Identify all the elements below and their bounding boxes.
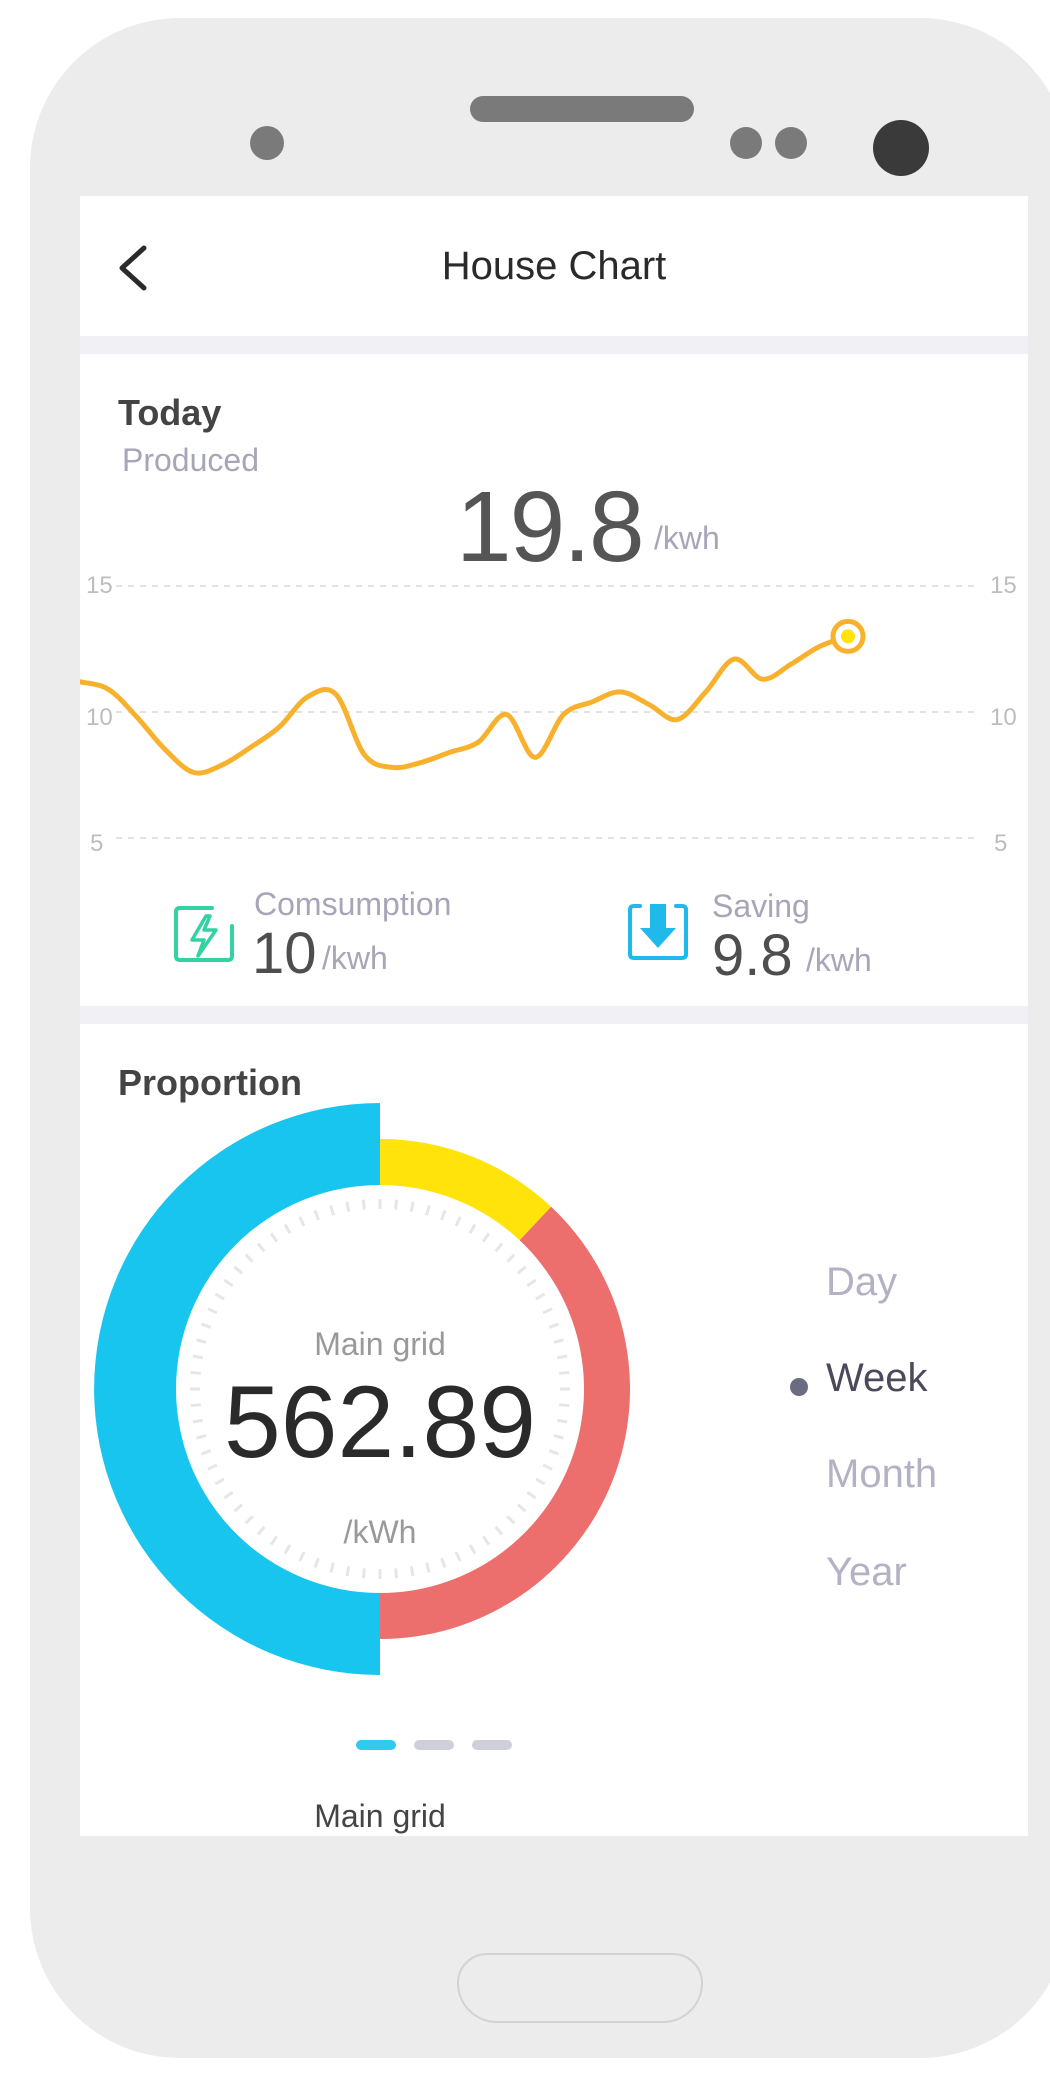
dial-tick bbox=[345, 1566, 351, 1577]
proportion-card: Proportion Main grid 562.89 /kWh Day Wee… bbox=[80, 1024, 1028, 1836]
saving-label: Saving bbox=[712, 888, 810, 924]
pager-dot-3[interactable] bbox=[472, 1740, 512, 1750]
dial-tick bbox=[394, 1199, 399, 1210]
y-tick-left-10: 10 bbox=[86, 704, 113, 731]
pager-dot-2[interactable] bbox=[414, 1740, 454, 1750]
donut-center-value: 562.89 bbox=[224, 1365, 536, 1479]
dial-tick bbox=[329, 1205, 335, 1216]
dial-tick bbox=[482, 1232, 491, 1243]
earpiece-speaker bbox=[470, 96, 694, 122]
donut-center-unit: /kWh bbox=[343, 1514, 417, 1550]
period-day[interactable]: Day bbox=[826, 1260, 897, 1305]
dial-tick bbox=[468, 1223, 477, 1234]
active-period-indicator bbox=[790, 1378, 808, 1396]
dial-tick bbox=[535, 1292, 546, 1301]
light-sensor-2 bbox=[775, 127, 807, 159]
pager-dot-1[interactable] bbox=[356, 1740, 396, 1750]
dial-tick bbox=[313, 1557, 320, 1569]
y-tick-left-5: 5 bbox=[90, 830, 104, 857]
light-sensor bbox=[730, 127, 762, 159]
dial-tick bbox=[542, 1307, 553, 1315]
dial-tick bbox=[516, 1265, 527, 1275]
donut-segment-2[interactable] bbox=[380, 1139, 552, 1241]
dial-tick bbox=[283, 1223, 292, 1234]
front-camera bbox=[873, 120, 929, 176]
dial-tick bbox=[409, 1201, 415, 1212]
dial-tick bbox=[223, 1491, 234, 1500]
home-button[interactable] bbox=[457, 1953, 703, 2023]
dial-tick bbox=[394, 1568, 399, 1579]
saving-unit: /kwh bbox=[806, 942, 872, 978]
dial-tick bbox=[269, 1232, 278, 1243]
dial-tick bbox=[440, 1209, 447, 1221]
pager-caption: Main grid bbox=[314, 1798, 446, 1834]
dial-tick bbox=[425, 1205, 431, 1216]
dial-tick bbox=[425, 1562, 431, 1573]
dial-tick bbox=[313, 1209, 320, 1221]
dial-tick bbox=[298, 1551, 306, 1562]
dial-tick bbox=[233, 1265, 244, 1275]
app-header: House Chart bbox=[80, 196, 1028, 336]
consumption-label: Comsumption bbox=[254, 886, 452, 922]
saving-value: 9.8 bbox=[712, 923, 793, 988]
period-week[interactable]: Week bbox=[826, 1356, 928, 1401]
dial-tick bbox=[526, 1278, 537, 1287]
y-tick-right-15: 15 bbox=[990, 572, 1017, 599]
dial-tick bbox=[214, 1292, 225, 1301]
latest-point-dot bbox=[841, 629, 855, 644]
app-screen: House Chart Today Produced 19.8 /kwh 15 … bbox=[80, 196, 1028, 1836]
dial-tick bbox=[494, 1242, 504, 1253]
dial-tick bbox=[454, 1551, 462, 1562]
consumption-unit: /kwh bbox=[322, 940, 388, 976]
dial-tick bbox=[298, 1216, 306, 1227]
y-tick-right-10: 10 bbox=[990, 704, 1017, 731]
donut-center-label: Main grid bbox=[314, 1326, 446, 1362]
dial-tick bbox=[361, 1199, 366, 1210]
dial-tick bbox=[207, 1307, 218, 1315]
y-tick-left-15: 15 bbox=[86, 572, 113, 599]
dial-tick bbox=[506, 1253, 516, 1263]
dial-tick bbox=[223, 1278, 234, 1287]
production-series-line bbox=[80, 633, 851, 776]
dial-tick bbox=[361, 1568, 366, 1579]
dial-tick bbox=[516, 1503, 527, 1513]
dial-tick bbox=[244, 1253, 254, 1263]
dial-tick bbox=[345, 1201, 351, 1212]
page-title: House Chart bbox=[441, 244, 667, 288]
dial-tick bbox=[409, 1566, 415, 1577]
y-tick-right-5: 5 bbox=[994, 830, 1008, 857]
dial-tick bbox=[440, 1557, 447, 1569]
download-arrow-icon bbox=[628, 904, 688, 960]
dial-tick bbox=[526, 1491, 537, 1500]
charging-icon bbox=[174, 906, 234, 962]
dial-tick bbox=[233, 1503, 244, 1513]
dial-tick bbox=[329, 1562, 335, 1573]
period-month[interactable]: Month bbox=[826, 1452, 937, 1497]
today-card: Today Produced 19.8 /kwh 15 10 5 15 10 5… bbox=[80, 354, 1028, 1006]
proximity-sensor bbox=[250, 126, 284, 160]
consumption-value: 10 bbox=[252, 921, 317, 986]
dial-tick bbox=[256, 1242, 266, 1253]
period-year[interactable]: Year bbox=[826, 1550, 907, 1595]
dial-tick bbox=[454, 1216, 462, 1227]
